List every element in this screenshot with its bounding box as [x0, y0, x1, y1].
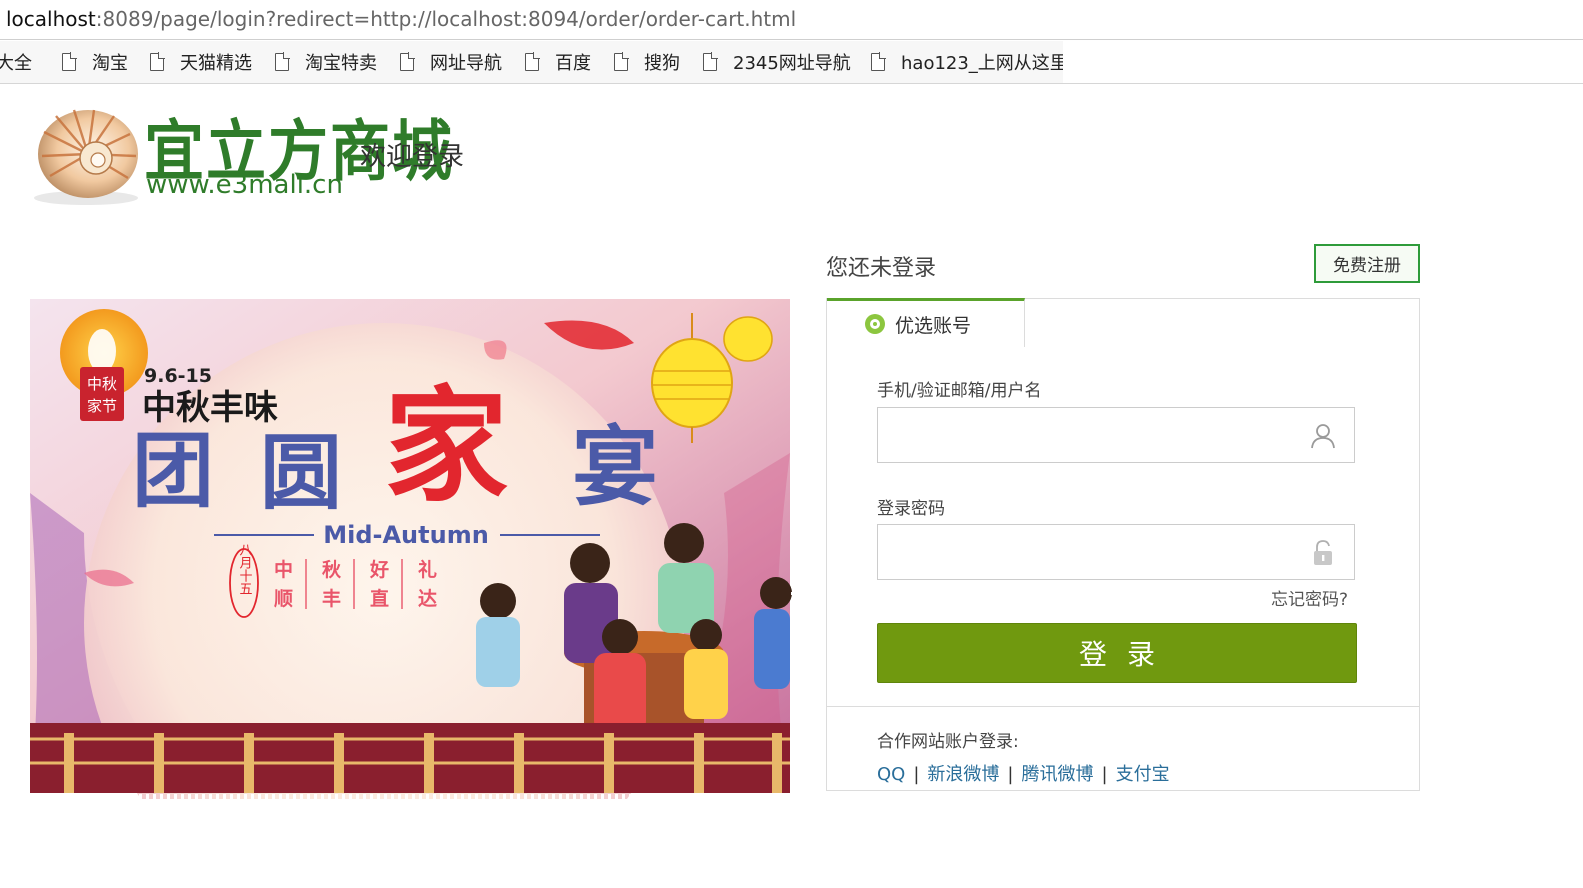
banner-headline-4: 宴 [572, 418, 658, 518]
bookmarks-overflow-area [1063, 41, 1583, 83]
document-icon [62, 52, 77, 71]
forgot-password-link[interactable]: 忘记密码? [1271, 585, 1348, 610]
banner-tag-2: 家节 [87, 397, 117, 415]
partner-sina-weibo-link[interactable]: 新浪微博 [927, 764, 999, 785]
partner-alipay-link[interactable]: 支付宝 [1116, 764, 1170, 785]
phrase-1-2: 秋 [322, 558, 342, 581]
phrase-1-1: 中 [274, 558, 293, 581]
bookmark-label: 大全 [0, 53, 32, 74]
address-bar[interactable]: localhost:8089/page/login?redirect=http:… [0, 0, 1583, 40]
partner-links: QQ | 新浪微博 | 腾讯微博 | 支付宝 [877, 760, 1170, 786]
panel-divider [827, 706, 1419, 707]
bookmark-item[interactable]: 淘宝特卖 [275, 49, 377, 75]
banner-subtitle: Mid-Autumn [323, 521, 489, 549]
banner-vertical: 八月十五 [237, 543, 253, 595]
welcome-text: 欢迎登录 [360, 142, 465, 172]
url-path: :8089/page/login?redirect=http://localho… [95, 7, 797, 31]
banner-headline-2: 圆 [260, 426, 342, 521]
tab-account[interactable]: 优选账号 [827, 298, 1025, 347]
separator: | [913, 764, 920, 785]
bookmark-label: 淘宝 [92, 53, 128, 74]
phrase-2-2: 丰 [322, 587, 341, 610]
bookmark-item[interactable]: 网址导航 [400, 49, 502, 75]
separator: | [1101, 764, 1108, 785]
bookmark-label: 天猫精选 [180, 53, 252, 74]
partner-tencent-weibo-link[interactable]: 腾讯微博 [1022, 764, 1094, 785]
logo-url: www.e3mall.cn [146, 170, 343, 200]
account-logo-icon [865, 314, 885, 334]
phrase-2-1: 顺 [274, 588, 293, 610]
banner-slogan: 中秋丰味 [142, 388, 278, 428]
banner-headline-1: 团 [132, 424, 214, 519]
nautilus-shell-icon [34, 109, 138, 205]
login-status: 您还未登录 [826, 256, 937, 281]
bookmark-item[interactable]: 淘宝 [62, 49, 128, 75]
bookmark-label: 百度 [555, 53, 591, 74]
partner-login-title: 合作网站账户登录: [877, 732, 1019, 752]
phrase-2-4: 达 [418, 587, 437, 610]
bookmark-label: 搜狗 [644, 53, 680, 74]
tab-label: 优选账号 [895, 314, 972, 337]
register-button[interactable]: 免费注册 [1314, 244, 1420, 283]
phrase-2-3: 直 [370, 587, 389, 610]
bookmark-label: 网址导航 [430, 53, 502, 74]
bookmark-label: hao123_上网从这里开 [901, 53, 1086, 74]
bookmark-item[interactable]: 搜狗 [614, 49, 680, 75]
partner-qq-link[interactable]: QQ [877, 764, 905, 785]
username-input[interactable] [878, 408, 1298, 462]
bookmark-label: 2345网址导航 [733, 53, 851, 74]
password-label: 登录密码 [877, 499, 945, 519]
document-icon [703, 52, 718, 71]
banner-headline-3: 家 [384, 375, 508, 519]
mid-autumn-banner: 中秋 家节 9.6-15 中秋丰味 团 圆 家 宴 Mid-Autumn 八月十… [24, 293, 796, 799]
document-icon [871, 52, 886, 71]
document-icon [400, 52, 415, 71]
password-input[interactable] [878, 525, 1298, 579]
bookmark-label: 淘宝特卖 [305, 53, 377, 74]
password-field[interactable] [877, 524, 1355, 580]
url-host: localhost [6, 7, 96, 31]
site-logo[interactable]: 宜立方商城 www.e3mall.cn 欢迎登录 [24, 94, 484, 214]
login-button[interactable]: 登录 [877, 623, 1357, 683]
phrase-1-4: 礼 [418, 558, 437, 581]
document-icon [525, 52, 540, 71]
bookmark-item[interactable]: hao123_上网从这里开 [871, 49, 1086, 75]
user-icon [1311, 424, 1335, 449]
login-panel: 优选账号 手机/验证邮箱/用户名 登录密码 忘记密码? 登录 合作网站账户登录:… [826, 298, 1420, 791]
bookmark-item[interactable]: 百度 [525, 49, 591, 75]
bookmarks-bar: 大全 淘宝 天猫精选 淘宝特卖 网址导航 百度 搜狗 2345网址导航 hao1… [0, 41, 1583, 84]
lock-icon [1314, 540, 1332, 565]
separator: | [1007, 764, 1014, 785]
banner-date: 9.6-15 [144, 365, 212, 387]
phrase-1-3: 好 [369, 558, 389, 581]
username-label: 手机/验证邮箱/用户名 [877, 381, 1042, 401]
bookmark-item[interactable]: 大全 [0, 49, 32, 75]
bookmark-item[interactable]: 天猫精选 [150, 49, 252, 75]
url-text[interactable]: localhost:8089/page/login?redirect=http:… [6, 6, 796, 32]
bookmark-item[interactable]: 2345网址导航 [703, 49, 851, 75]
document-icon [150, 52, 165, 71]
username-field[interactable] [877, 407, 1355, 463]
document-icon [275, 52, 290, 71]
document-icon [614, 52, 629, 71]
banner-tag-1: 中秋 [87, 375, 117, 393]
